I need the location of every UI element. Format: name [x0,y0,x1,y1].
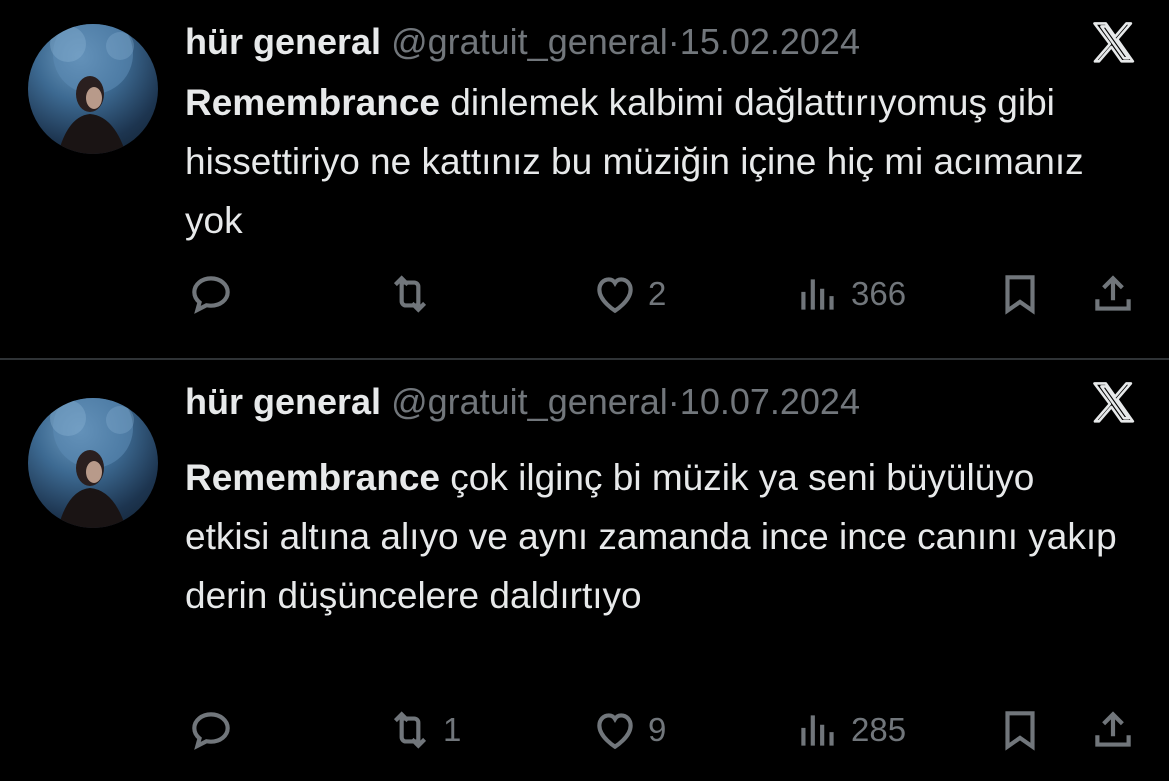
like-icon [597,713,633,750]
x-logo-icon [1093,22,1135,63]
like-icon [597,277,633,314]
reply-button[interactable] [186,264,244,324]
bookmark-icon [1005,275,1035,315]
retweet-button[interactable]: 1 [385,700,461,760]
avatar[interactable] [28,24,158,154]
views-button[interactable]: 285 [793,700,906,760]
retweet-count: 1 [443,711,462,748]
retweet-icon [393,275,427,313]
bookmark-icon [1005,711,1035,751]
mention[interactable]: Remembrance [185,457,440,498]
views-count: 285 [851,711,907,748]
views-count: 366 [851,275,907,312]
bookmark-button[interactable] [995,700,1045,760]
share-button[interactable] [1088,264,1138,324]
bookmark-button[interactable] [995,264,1045,324]
views-icon [801,279,834,310]
separator: · [667,21,680,62]
tweet-text: Remembrance çok ilginç bi müzik ya seni … [185,448,1125,625]
tweet-header: hür general @gratuit_general·15.02.2024 [185,20,860,64]
like-count: 9 [648,711,667,748]
user-handle[interactable]: @gratuit_general [391,21,668,62]
retweet-icon [393,711,427,749]
tweet-actions: 2 366 [0,264,1169,324]
tweet-date[interactable]: 10.07.2024 [680,381,860,422]
display-name[interactable]: hür general [185,21,381,62]
tweet[interactable]: hür general @gratuit_general·10.07.2024 … [0,360,1169,781]
share-icon [1095,711,1131,747]
like-button[interactable]: 9 [590,700,666,760]
tweet-date[interactable]: 15.02.2024 [680,21,860,62]
reply-icon [192,712,230,750]
x-logo-icon [1093,382,1135,423]
views-button[interactable]: 366 [793,264,906,324]
avatar[interactable] [28,398,158,528]
share-button[interactable] [1088,700,1138,760]
like-button[interactable]: 2 [590,264,666,324]
tweet[interactable]: hür general @gratuit_general·15.02.2024 … [0,0,1169,358]
tweet-actions: 1 9 285 [0,700,1169,760]
display-name[interactable]: hür general [185,381,381,422]
tweet-header: hür general @gratuit_general·10.07.2024 [185,380,860,424]
like-count: 2 [648,275,667,312]
reply-icon [192,276,230,314]
tweet-text: Remembrance dinlemek kalbimi dağlattırıy… [185,73,1125,250]
retweet-button[interactable] [385,264,443,324]
share-icon [1095,275,1131,311]
views-icon [801,715,834,746]
reply-button[interactable] [186,700,244,760]
separator: · [667,381,680,422]
mention[interactable]: Remembrance [185,82,440,123]
user-handle[interactable]: @gratuit_general [391,381,668,422]
